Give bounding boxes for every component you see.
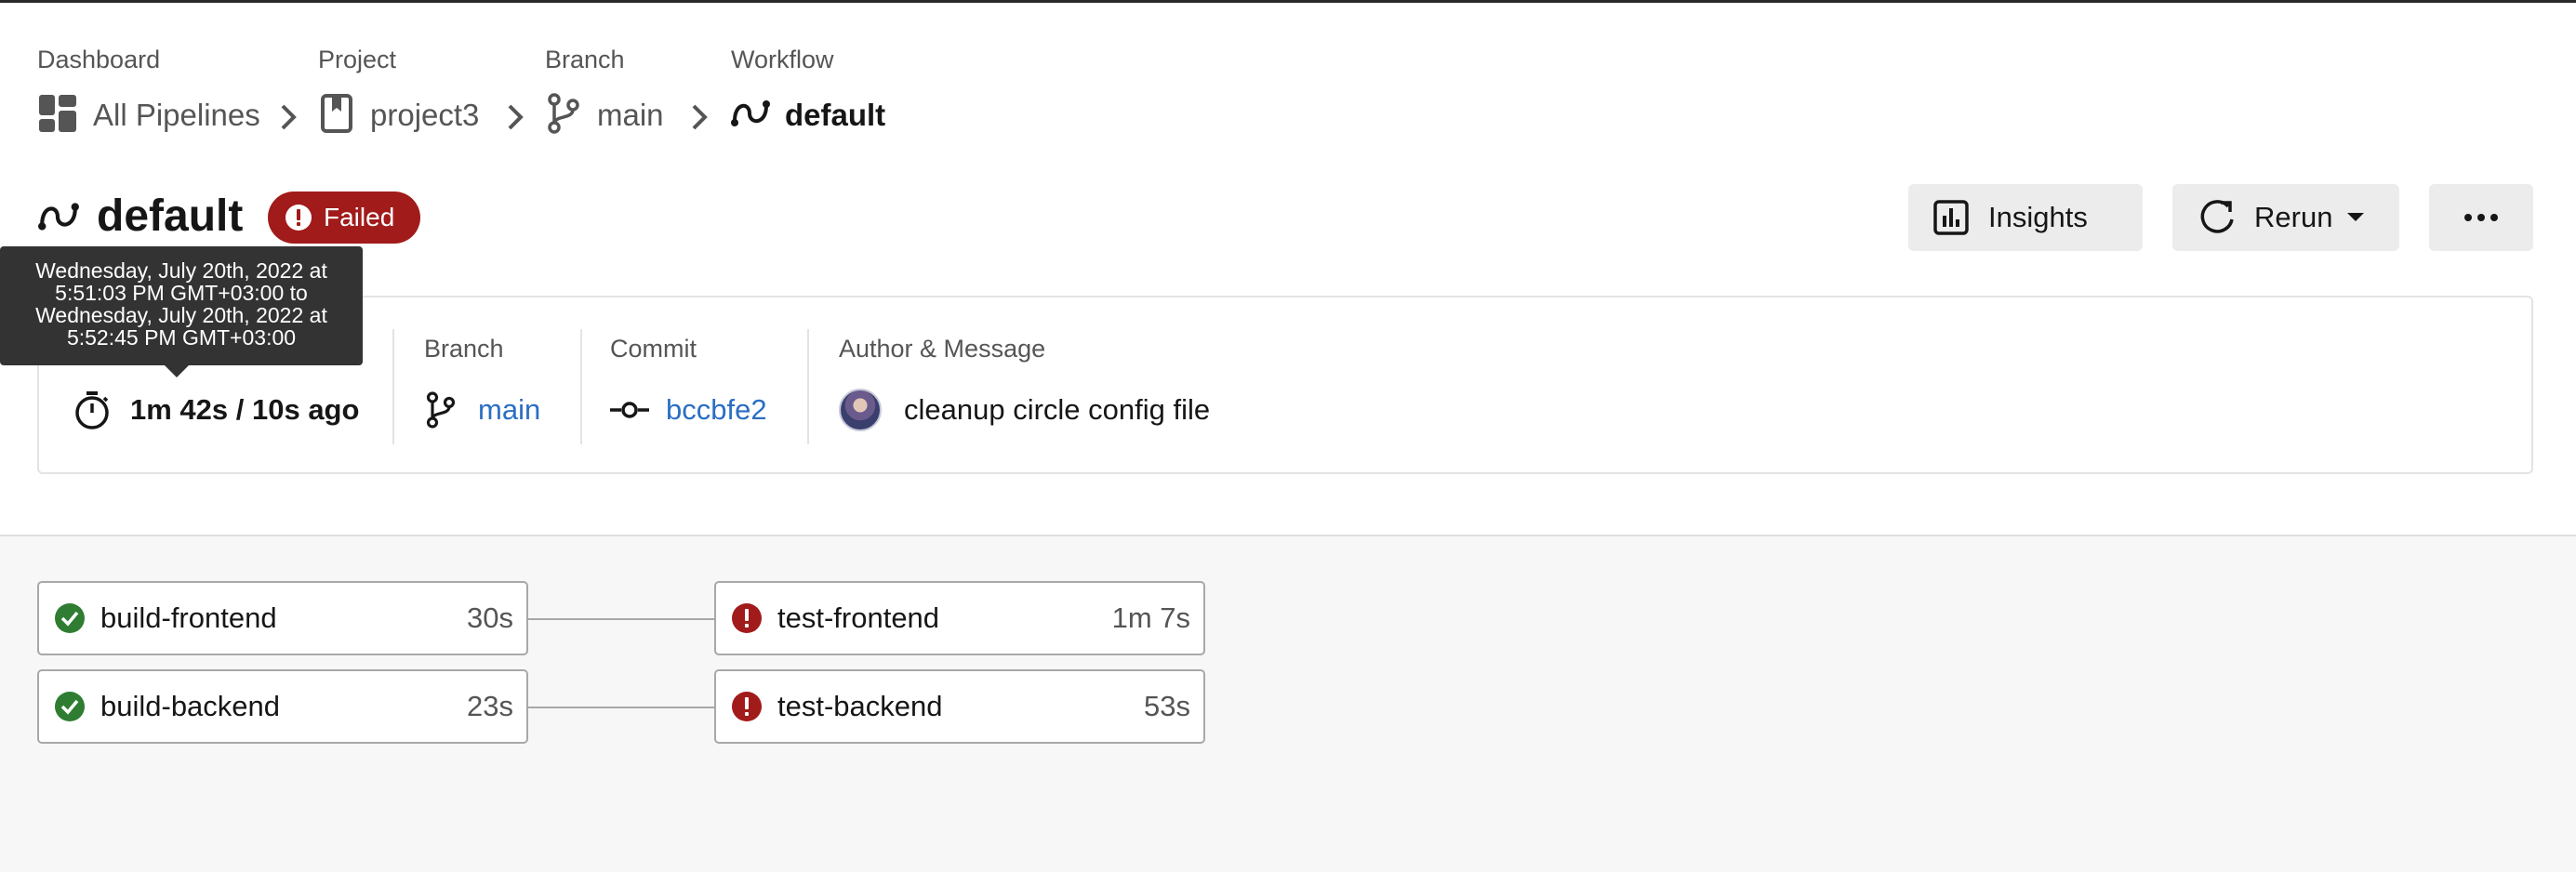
failed-alert-icon — [732, 603, 762, 633]
tooltip-line: 5:52:45 PM GMT+03:00 — [66, 325, 297, 350]
insights-button[interactable]: Insights — [1908, 184, 2143, 251]
breadcrumb-dashboard: Dashboard All Pipelines — [37, 43, 260, 143]
duration-tooltip: Wednesday, July 20th, 2022 at 5:51:03 PM… — [0, 246, 363, 365]
tooltip-line: 5:51:03 PM GMT+03:00 to — [55, 281, 308, 305]
job-duration: 1m 7s — [1111, 601, 1190, 634]
divider — [392, 329, 394, 444]
author-message-value: cleanup circle config file — [839, 383, 1210, 437]
breadcrumb-workflow-label: Workflow — [731, 46, 834, 73]
breadcrumb-workflow: Workflow default — [731, 43, 885, 143]
branch-link[interactable]: main — [478, 393, 540, 427]
tooltip-line: Wednesday, July 20th, 2022 at — [35, 258, 327, 283]
top-border — [0, 0, 2576, 3]
breadcrumb-workflow-text: default — [785, 98, 886, 132]
breadcrumb-project-link[interactable]: project3 — [318, 87, 479, 143]
job-name: test-frontend — [777, 601, 940, 634]
rerun-button[interactable]: Rerun — [2172, 184, 2399, 251]
rerun-button-label: Rerun — [2254, 201, 2333, 233]
alert-icon — [285, 205, 312, 231]
avatar[interactable] — [839, 389, 882, 431]
job-connector — [528, 618, 714, 620]
caret-down-icon — [2347, 213, 2365, 221]
status-badge: Failed — [268, 192, 420, 244]
workflow-icon — [731, 93, 770, 139]
chevron-right-icon — [281, 104, 297, 130]
success-check-icon — [55, 603, 85, 633]
job-duration: 53s — [1144, 690, 1190, 722]
breadcrumb-branch-text: main — [597, 98, 664, 132]
job-build-backend[interactable]: build-backend 23s — [37, 669, 528, 744]
commit-value: bccbfe2 — [610, 383, 767, 437]
tooltip-arrow — [164, 364, 190, 377]
breadcrumb-dashboard-label: Dashboard — [37, 46, 161, 73]
dashboard-icon — [37, 93, 78, 139]
refresh-icon — [2200, 200, 2234, 233]
breadcrumb-branch: Branch main — [545, 43, 664, 143]
chevron-right-icon — [692, 104, 708, 130]
page-title: default — [97, 192, 244, 241]
job-name: build-backend — [100, 690, 281, 722]
duration-value[interactable]: 1m 42s / 10s ago — [73, 383, 359, 437]
tooltip-line: Wednesday, July 20th, 2022 at — [35, 303, 327, 327]
divider — [807, 329, 809, 444]
workflow-icon — [38, 203, 79, 231]
divider — [580, 329, 582, 444]
branch-icon — [545, 92, 582, 139]
insights-chart-icon — [1933, 200, 1969, 235]
commit-link[interactable]: bccbfe2 — [666, 393, 767, 427]
success-check-icon — [55, 692, 85, 721]
more-options-button[interactable] — [2429, 184, 2533, 251]
job-duration: 23s — [467, 690, 513, 722]
bookmark-icon — [318, 93, 355, 139]
breadcrumb-branch-link[interactable]: main — [545, 87, 664, 143]
chevron-right-icon — [508, 104, 524, 130]
insights-button-label: Insights — [1988, 201, 2088, 233]
breadcrumb-all-pipelines-link[interactable]: All Pipelines — [37, 87, 260, 143]
job-name: test-backend — [777, 690, 943, 722]
breadcrumb-project-label: Project — [318, 46, 397, 73]
commit-message: cleanup circle config file — [904, 393, 1211, 426]
duration-text: 1m 42s / 10s ago — [130, 393, 360, 426]
branch-label: Branch — [424, 335, 504, 363]
job-test-backend[interactable]: test-backend 53s — [714, 669, 1205, 744]
more-horizontal-icon — [2464, 214, 2498, 221]
branch-value: main — [424, 383, 540, 437]
workflow-details-panel: 1m 42s / 10s ago Branch main Commit bccb… — [37, 296, 2533, 474]
commit-icon — [610, 402, 649, 418]
breadcrumb-all-pipelines-text: All Pipelines — [93, 98, 260, 132]
job-duration: 30s — [467, 601, 513, 634]
job-name: build-frontend — [100, 601, 277, 634]
job-test-frontend[interactable]: test-frontend 1m 7s — [714, 581, 1205, 655]
breadcrumb-project-text: project3 — [370, 98, 480, 132]
failed-alert-icon — [732, 692, 762, 721]
commit-label: Commit — [610, 335, 697, 363]
author-message-label: Author & Message — [839, 335, 1046, 363]
stopwatch-icon — [75, 391, 109, 429]
breadcrumb-workflow-current: default — [731, 87, 885, 143]
breadcrumb-project: Project project3 — [318, 43, 479, 143]
job-connector — [528, 707, 714, 708]
job-build-frontend[interactable]: build-frontend 30s — [37, 581, 528, 655]
status-badge-label: Failed — [324, 203, 395, 231]
branch-icon — [426, 391, 456, 429]
breadcrumb-branch-label: Branch — [545, 46, 625, 73]
